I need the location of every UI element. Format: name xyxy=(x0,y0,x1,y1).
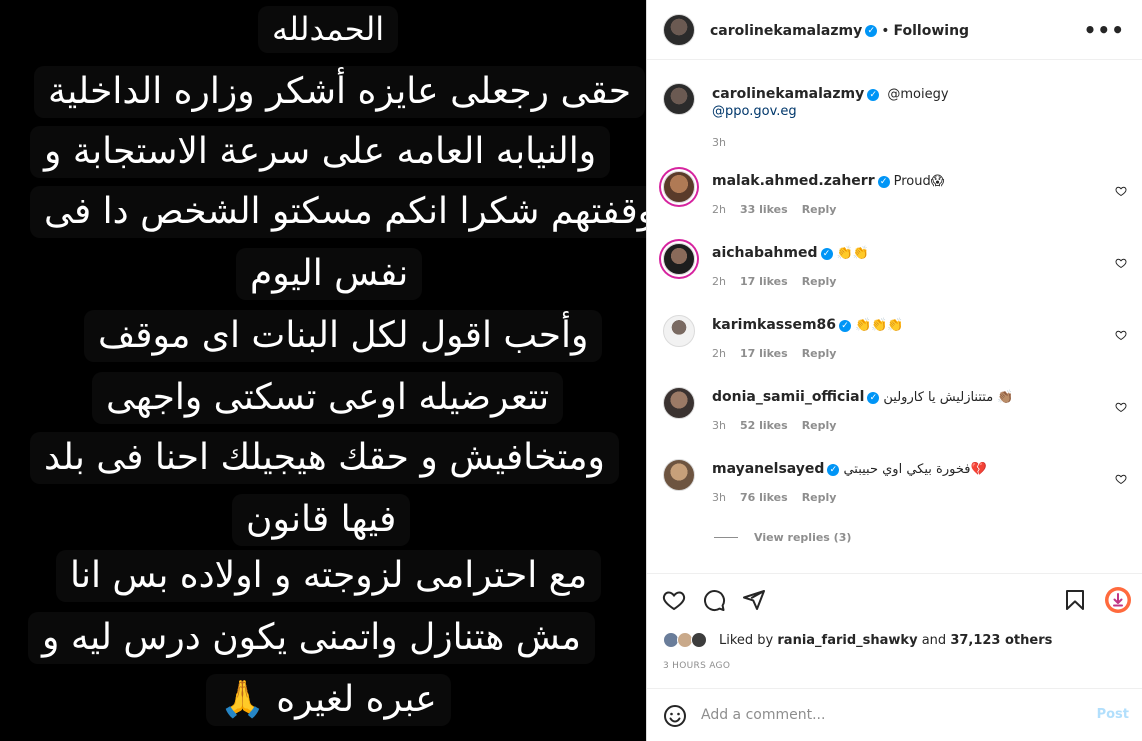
comment-icon[interactable] xyxy=(702,588,726,612)
post-button[interactable]: Post xyxy=(1097,707,1129,722)
action-bar: Liked by rania_farid_shawky and 37,123 o… xyxy=(647,573,1142,688)
verified-badge-icon: ✓ xyxy=(867,391,880,404)
comment-time[interactable]: 3h xyxy=(712,491,726,504)
avatar[interactable] xyxy=(663,83,695,115)
caption-username[interactable]: carolinekamalazmy xyxy=(712,86,864,102)
comment-username[interactable]: donia_samii_official xyxy=(712,389,864,405)
comment-username[interactable]: mayanelsayed xyxy=(712,461,824,477)
caption: carolinekamalazmy ✓ @moiegy @ppo.gov.eg 3… xyxy=(663,83,1127,153)
avatar[interactable] xyxy=(663,14,695,46)
heart-icon[interactable] xyxy=(1115,401,1127,413)
mention-link[interactable]: @moiegy xyxy=(887,87,948,102)
view-replies-label: View replies (3) xyxy=(754,531,852,544)
comment-text: فخورة بيكي اوي حبيبتي💔 xyxy=(843,462,987,477)
reply-button[interactable]: Reply xyxy=(802,419,837,432)
post-sidebar: carolinekamalazmy ✓ • Following ••• carolin… xyxy=(646,0,1142,741)
verified-badge-icon: ✓ xyxy=(867,88,880,101)
comment-likes[interactable]: 33 likes xyxy=(740,203,788,216)
comment-text: متتنازليش يا كارولين 👏🏽 xyxy=(883,390,1014,405)
comment-time[interactable]: 2h xyxy=(712,347,726,360)
likes-prefix: Liked by xyxy=(719,632,774,648)
comment-input[interactable] xyxy=(701,705,1081,725)
caption-time[interactable]: 3h xyxy=(712,136,726,149)
reply-button[interactable]: Reply xyxy=(802,203,837,216)
divider xyxy=(714,537,738,538)
comment: malak.ahmed.zaherr ✓ Proud😱 2h 33 likes Repl… xyxy=(663,171,1127,225)
story-line: والنيابه العامه على سرعة الاستجابة و xyxy=(30,126,611,178)
likes-middle: and xyxy=(921,632,947,648)
mention-link[interactable]: @ppo.gov.eg xyxy=(712,104,797,119)
following-button[interactable]: Following xyxy=(894,23,970,39)
verified-badge-icon: ✓ xyxy=(865,24,878,37)
heart-icon[interactable] xyxy=(1115,257,1127,269)
avatar[interactable] xyxy=(663,171,695,203)
comment-time[interactable]: 2h xyxy=(712,275,726,288)
header-username[interactable]: carolinekamalazmy xyxy=(710,23,862,39)
comment-likes[interactable]: 76 likes xyxy=(740,491,788,504)
comment-username[interactable]: aichabahmed xyxy=(712,245,818,261)
post-header: carolinekamalazmy ✓ • Following ••• xyxy=(647,0,1142,60)
story-line: فيها قانون xyxy=(232,494,411,546)
comment-text: Proud😱 xyxy=(893,174,945,189)
separator-dot: • xyxy=(881,23,890,39)
likes-summary[interactable]: Liked by rania_farid_shawky and 37,123 o… xyxy=(663,630,1052,650)
post-timestamp[interactable]: 3 HOURS AGO xyxy=(663,661,730,671)
story-line: نفس اليوم xyxy=(236,248,423,300)
story-line: حقى رجعلى عايزه أشكر وزاره الداخلية xyxy=(34,66,645,118)
comment: donia_samii_official ✓ متتنازليش يا كارولي… xyxy=(663,387,1127,441)
comment-composer: Post xyxy=(647,688,1142,741)
comment-username[interactable]: karimkassem86 xyxy=(712,317,836,333)
comment-time[interactable]: 3h xyxy=(712,419,726,432)
bookmark-icon[interactable] xyxy=(1063,588,1087,612)
view-replies-button[interactable]: View replies (3) xyxy=(714,531,851,544)
post-media[interactable]: الحمدلله حقى رجعلى عايزه أشكر وزاره الدا… xyxy=(0,0,646,741)
likes-others[interactable]: 37,123 others xyxy=(950,633,1052,648)
comment: karimkassem86 ✓ 👏👏👏 2h 17 likes Reply xyxy=(663,315,1127,369)
emoji-icon[interactable] xyxy=(663,704,687,728)
share-icon[interactable] xyxy=(742,588,766,612)
comment-likes[interactable]: 17 likes xyxy=(740,347,788,360)
heart-icon[interactable] xyxy=(1115,185,1127,197)
comment-username[interactable]: malak.ahmed.zaherr xyxy=(712,173,875,189)
comments-list[interactable]: carolinekamalazmy ✓ @moiegy @ppo.gov.eg 3… xyxy=(647,61,1142,573)
comment-likes[interactable]: 52 likes xyxy=(740,419,788,432)
comment: aichabahmed ✓ 👏👏 2h 17 likes Reply xyxy=(663,243,1127,297)
avatar xyxy=(691,632,707,648)
story-line: مع احترامى لزوجته و اولاده بس انا xyxy=(56,550,602,602)
story-line: وقفتهم شكرا انكم مسكتو الشخص دا فى xyxy=(30,186,646,238)
reply-button[interactable]: Reply xyxy=(802,491,837,504)
avatar[interactable] xyxy=(663,459,695,491)
avatar[interactable] xyxy=(663,243,695,275)
more-options-icon[interactable]: ••• xyxy=(1084,20,1125,40)
comment-likes[interactable]: 17 likes xyxy=(740,275,788,288)
verified-badge-icon: ✓ xyxy=(827,463,840,476)
verified-badge-icon: ✓ xyxy=(839,319,852,332)
reply-button[interactable]: Reply xyxy=(802,275,837,288)
comment-text: 👏👏 xyxy=(836,246,869,261)
story-line: عبره لغيره 🙏 xyxy=(206,674,451,726)
comment: mayanelsayed ✓ فخورة بيكي اوي حبيبتي💔 3h 76… xyxy=(663,459,1127,513)
story-line: الحمدلله xyxy=(258,6,399,54)
verified-badge-icon: ✓ xyxy=(877,175,890,188)
avatar[interactable] xyxy=(663,315,695,347)
comment-text: 👏👏👏 xyxy=(855,318,904,333)
comment-time[interactable]: 2h xyxy=(712,203,726,216)
heart-icon[interactable] xyxy=(1115,473,1127,485)
verified-badge-icon: ✓ xyxy=(820,247,833,260)
avatar[interactable] xyxy=(663,387,695,419)
reply-button[interactable]: Reply xyxy=(802,347,837,360)
story-line: وأحب اقول لكل البنات اى موقف xyxy=(84,310,603,362)
liker-avatars xyxy=(663,630,711,650)
story-line: مش هتنازل واتمنى يكون درس ليه و xyxy=(28,612,595,664)
story-line: ومتخافيش و حقك هيجيلك احنا فى بلد xyxy=(30,432,619,484)
liker-username[interactable]: rania_farid_shawky xyxy=(777,633,917,648)
download-icon[interactable] xyxy=(1104,586,1132,614)
story-line: تتعرضيله اوعى تسكتى واجهى xyxy=(92,372,564,424)
heart-icon[interactable] xyxy=(662,588,686,612)
heart-icon[interactable] xyxy=(1115,329,1127,341)
